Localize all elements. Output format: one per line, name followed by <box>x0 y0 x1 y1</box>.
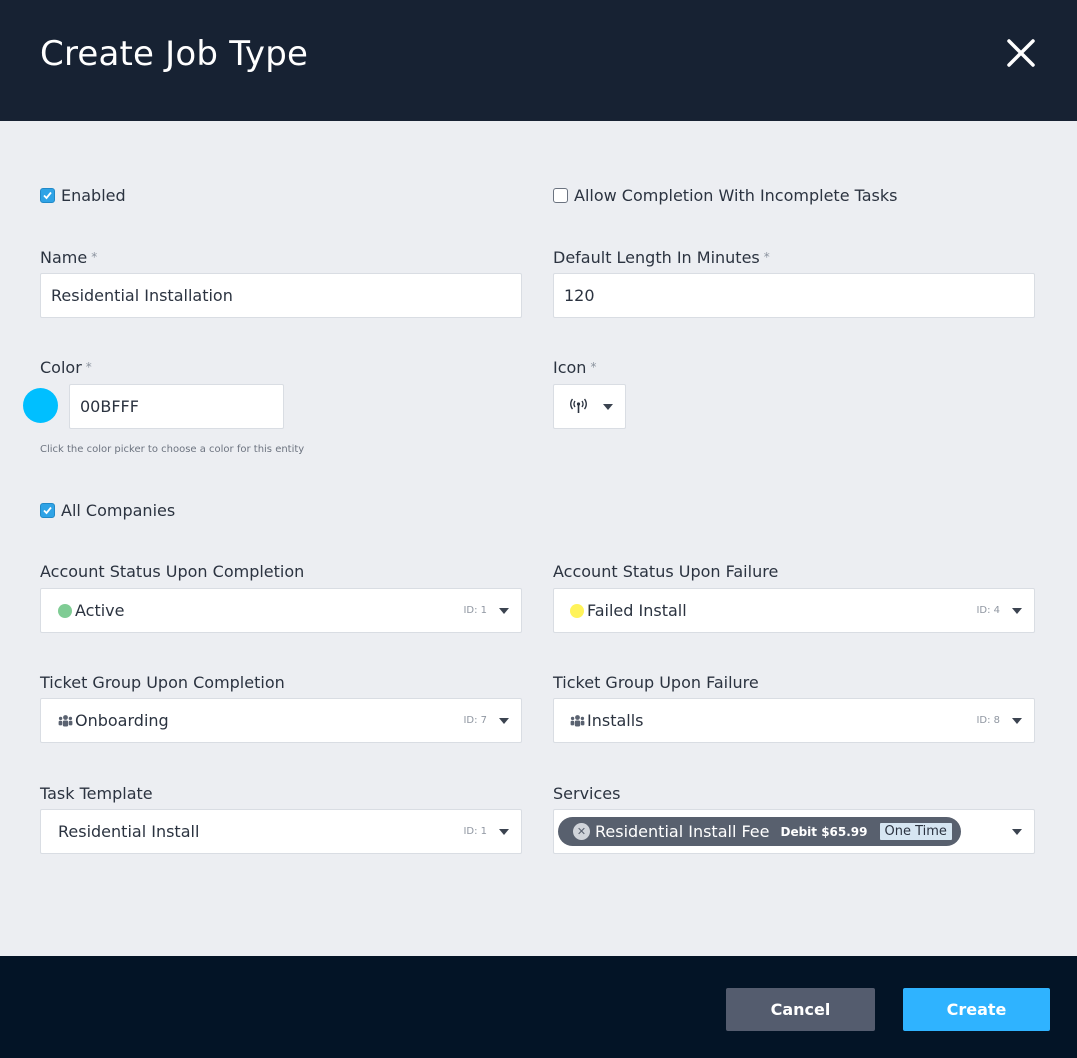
color-hint: Click the color picker to choose a color… <box>40 444 305 455</box>
status-failure-value: Failed Install <box>587 601 687 620</box>
antenna-icon <box>570 398 587 419</box>
required-mark: * <box>590 360 597 374</box>
color-hex-value: 00BFFF <box>80 397 139 416</box>
required-mark: * <box>91 250 98 264</box>
color-label: Color * <box>40 358 92 377</box>
create-button[interactable]: Create <box>903 988 1050 1031</box>
ticket-completion-select[interactable]: Onboarding ID: 7 <box>40 698 522 743</box>
default-length-label: Default Length In Minutes * <box>553 248 770 267</box>
name-input[interactable]: Residential Installation <box>40 273 522 318</box>
default-length-input-value: 120 <box>564 286 595 305</box>
services-label: Services <box>553 784 621 803</box>
enabled-checkbox-row[interactable]: Enabled <box>40 186 126 205</box>
icon-select[interactable] <box>553 384 626 429</box>
ticket-completion-label: Ticket Group Upon Completion <box>40 673 285 692</box>
status-completion-id: ID: 1 <box>463 605 487 616</box>
chevron-down-icon <box>603 404 613 410</box>
allow-incomplete-checkbox[interactable] <box>553 188 568 203</box>
default-length-input[interactable]: 120 <box>553 273 1035 318</box>
chevron-down-icon <box>1012 829 1022 835</box>
dialog-footer: Cancel Create <box>0 956 1077 1058</box>
all-companies-checkbox[interactable] <box>40 503 55 518</box>
status-dot-icon <box>58 603 72 618</box>
task-template-select[interactable]: Residential Install ID: 1 <box>40 809 522 854</box>
icon-label: Icon * <box>553 358 597 377</box>
ticket-completion-value: Onboarding <box>75 711 169 730</box>
all-companies-checkbox-row[interactable]: All Companies <box>40 501 175 520</box>
remove-chip-icon[interactable]: ✕ <box>573 823 590 840</box>
ticket-failure-label: Ticket Group Upon Failure <box>553 673 759 692</box>
status-completion-value: Active <box>75 601 125 620</box>
users-icon <box>570 714 585 727</box>
dialog-title: Create Job Type <box>40 34 309 74</box>
service-chip-debit: Debit $65.99 <box>780 824 868 839</box>
ticket-failure-value: Installs <box>587 711 644 730</box>
status-completion-select[interactable]: Active ID: 1 <box>40 588 522 633</box>
chevron-down-icon <box>499 608 509 614</box>
allow-incomplete-label: Allow Completion With Incomplete Tasks <box>574 186 898 205</box>
services-select[interactable]: ✕ Residential Install Fee Debit $65.99 O… <box>553 809 1035 854</box>
enabled-label: Enabled <box>61 186 126 205</box>
status-completion-label: Account Status Upon Completion <box>40 562 305 581</box>
task-template-label: Task Template <box>40 784 153 803</box>
service-chip: ✕ Residential Install Fee Debit $65.99 O… <box>558 817 961 846</box>
close-icon[interactable] <box>1004 36 1038 70</box>
color-swatch[interactable] <box>23 388 58 423</box>
users-icon <box>58 714 73 727</box>
status-failure-label: Account Status Upon Failure <box>553 562 779 581</box>
enabled-checkbox[interactable] <box>40 188 55 203</box>
all-companies-label: All Companies <box>61 501 176 520</box>
chevron-down-icon <box>1012 608 1022 614</box>
service-chip-frequency: One Time <box>879 823 952 840</box>
chevron-down-icon <box>499 829 509 835</box>
service-chip-name: Residential Install Fee <box>595 822 770 841</box>
name-label: Name * <box>40 248 98 267</box>
task-template-value: Residential Install <box>58 822 200 841</box>
required-mark: * <box>85 360 92 374</box>
status-dot-icon <box>570 603 584 618</box>
ticket-completion-id: ID: 7 <box>463 715 487 726</box>
color-hex-input[interactable]: 00BFFF <box>69 384 284 429</box>
status-failure-select[interactable]: Failed Install ID: 4 <box>553 588 1035 633</box>
status-failure-id: ID: 4 <box>976 605 1000 616</box>
name-input-value: Residential Installation <box>51 286 233 305</box>
dialog-header: Create Job Type <box>0 0 1077 121</box>
chevron-down-icon <box>499 718 509 724</box>
ticket-failure-select[interactable]: Installs ID: 8 <box>553 698 1035 743</box>
cancel-button[interactable]: Cancel <box>726 988 875 1031</box>
allow-incomplete-checkbox-row[interactable]: Allow Completion With Incomplete Tasks <box>553 186 897 205</box>
task-template-id: ID: 1 <box>463 826 487 837</box>
dialog-body: Enabled Allow Completion With Incomplete… <box>0 121 1077 956</box>
chevron-down-icon <box>1012 718 1022 724</box>
required-mark: * <box>763 250 770 264</box>
ticket-failure-id: ID: 8 <box>976 715 1000 726</box>
